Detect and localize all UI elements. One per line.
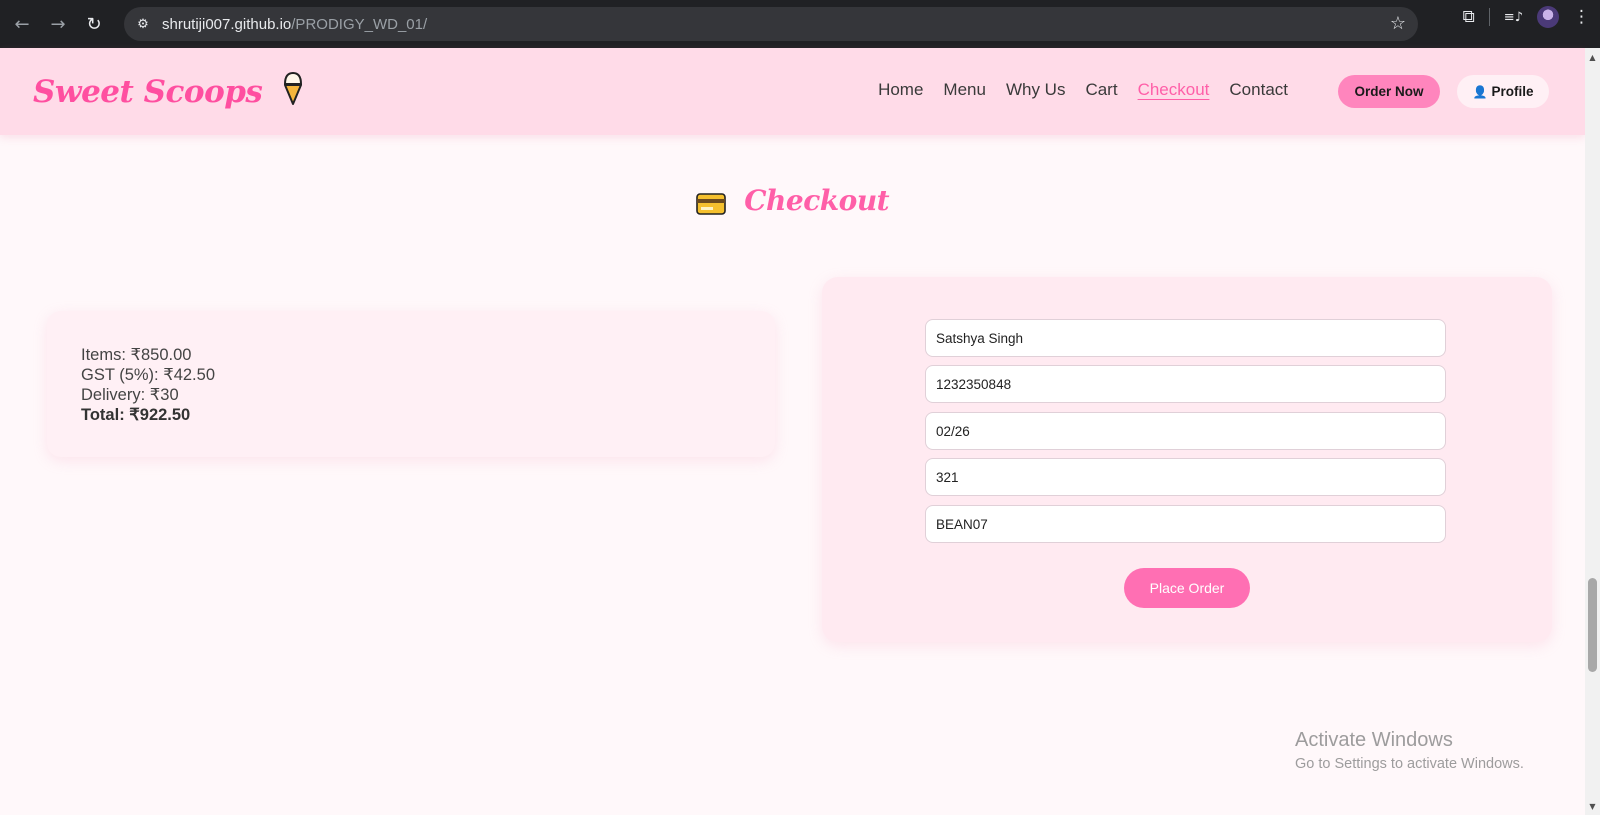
url-path: /PRODIGY_WD_01/ (291, 15, 428, 33)
credit-card-icon (696, 193, 726, 221)
logo-text: Sweet Scoops (33, 74, 263, 110)
watermark-subtitle: Go to Settings to activate Windows. (1295, 756, 1524, 772)
browser-toolbar: ← → ↻ ⚙ shrutiji007.github.io/PRODIGY_WD… (0, 0, 1600, 48)
reload-icon[interactable]: ↻ (76, 6, 112, 42)
toolbar-divider (1488, 8, 1490, 26)
back-icon[interactable]: ← (4, 6, 40, 42)
checkout-heading: Checkout (744, 184, 890, 217)
name-field[interactable] (925, 319, 1446, 357)
user-icon: 👤 (1472, 84, 1488, 99)
forward-icon[interactable]: → (40, 6, 76, 42)
scroll-up-arrow-icon[interactable]: ▲ (1585, 50, 1600, 64)
url-host: shrutiji007.github.io (162, 15, 292, 33)
page-title: Checkout (0, 184, 1585, 221)
main-nav: Home Menu Why Us Cart Checkout Contact (878, 80, 1288, 100)
page-scrollbar[interactable]: ▲ ▼ (1585, 48, 1600, 815)
order-now-button[interactable]: Order Now (1338, 75, 1440, 108)
nav-cart[interactable]: Cart (1085, 80, 1117, 100)
summary-items: Items: ₹850.00 (81, 346, 192, 364)
nav-contact[interactable]: Contact (1229, 80, 1288, 100)
site-info-icon[interactable]: ⚙ (126, 7, 160, 41)
media-control-icon[interactable]: ≡♪ (1504, 10, 1523, 25)
browser-actions: ⧉ ≡♪ ⋮ (1463, 6, 1590, 28)
address-bar[interactable]: ⚙ shrutiji007.github.io/PRODIGY_WD_01/ ☆ (124, 7, 1418, 41)
nav-menu[interactable]: Menu (943, 80, 986, 100)
summary-gst: GST (5%): ₹42.50 (81, 366, 215, 384)
payment-form-card: Place Order (822, 277, 1552, 642)
nav-home[interactable]: Home (878, 80, 923, 100)
place-order-button[interactable]: Place Order (1124, 568, 1250, 608)
nav-checkout[interactable]: Checkout (1138, 80, 1210, 100)
site-logo[interactable]: Sweet Scoops (33, 70, 305, 114)
scroll-down-arrow-icon[interactable]: ▼ (1585, 799, 1600, 813)
ice-cream-cone-icon (281, 70, 305, 114)
nav-why-us[interactable]: Why Us (1006, 80, 1066, 100)
promo-code-field[interactable] (925, 505, 1446, 543)
bookmark-star-icon[interactable]: ☆ (1390, 13, 1406, 34)
url-text[interactable]: shrutiji007.github.io/PRODIGY_WD_01/ (162, 16, 427, 33)
profile-button[interactable]: 👤 Profile (1457, 75, 1549, 108)
site-header: Sweet Scoops Home Menu Why Us Cart Check… (0, 48, 1585, 135)
extensions-icon[interactable]: ⧉ (1463, 7, 1475, 27)
scroll-thumb[interactable] (1588, 578, 1597, 672)
summary-delivery: Delivery: ₹30 (81, 386, 179, 404)
expiry-field[interactable] (925, 412, 1446, 450)
watermark-title: Activate Windows (1295, 729, 1453, 751)
profile-label: Profile (1491, 84, 1534, 99)
order-summary-card: Items: ₹850.00 GST (5%): ₹42.50 Delivery… (47, 311, 775, 457)
browser-menu-icon[interactable]: ⋮ (1573, 7, 1590, 27)
profile-avatar[interactable] (1537, 6, 1559, 28)
cvv-field[interactable] (925, 458, 1446, 496)
windows-activation-watermark: Activate Windows Go to Settings to activ… (1295, 729, 1524, 772)
card-number-field[interactable] (925, 365, 1446, 403)
summary-total: Total: ₹922.50 (81, 406, 191, 424)
